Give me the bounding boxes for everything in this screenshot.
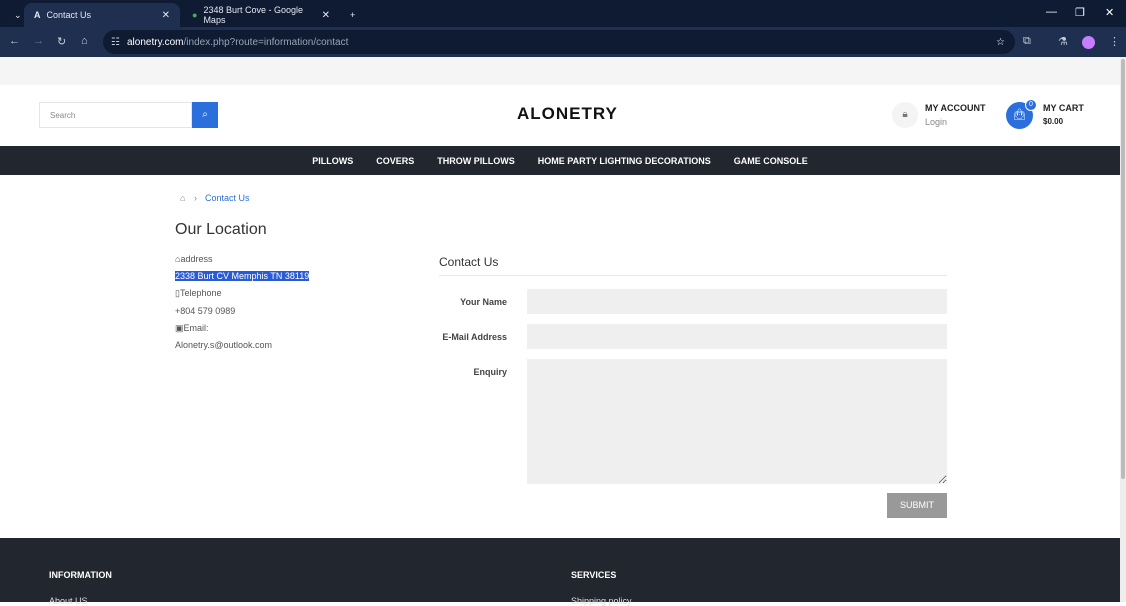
email-input[interactable] (527, 324, 947, 349)
tab-contact-us[interactable]: A Contact Us ✕ (24, 3, 180, 27)
email-value: Alonetry.s@outlook.com (175, 340, 273, 351)
menu-kebab-icon[interactable]: ⋮ (1109, 35, 1120, 48)
address-bar[interactable]: alonetry.com/index.php?route=information… (103, 30, 1015, 54)
labs-icon[interactable]: ⚗ (1058, 35, 1068, 48)
submit-button[interactable]: SUBMIT (887, 493, 947, 518)
minimize-icon[interactable]: — (1046, 6, 1057, 18)
page-title: Our Location (175, 221, 267, 238)
tab-title: Contact Us (46, 10, 92, 20)
browser-tab-bar: ⌄ A Contact Us ✕ ● 2348 Burt Cove - Google … (0, 0, 1126, 27)
maps-pin-icon: ● (192, 10, 198, 20)
new-tab-button[interactable]: + (340, 3, 365, 27)
login-link[interactable]: Login (925, 117, 986, 127)
extensions-icon[interactable]: ⧉ (1023, 35, 1031, 48)
footer-information-heading: INFORMATION (49, 570, 112, 580)
restore-icon[interactable]: ❐ (1075, 6, 1085, 19)
address-label: address (180, 254, 213, 264)
breadcrumb: ⌂ › Contact Us (180, 193, 249, 203)
url-path: /index.php?route=information/contact (183, 36, 349, 48)
home-icon[interactable]: ⌂ (81, 35, 88, 47)
tab-list-button[interactable]: ⌄ (4, 3, 24, 27)
close-window-icon[interactable]: ✕ (1105, 6, 1114, 19)
menu-throw-pillows[interactable]: THROW PILLOWS (437, 156, 515, 166)
chevron-right-icon: › (193, 193, 197, 203)
cart-count-badge: 0 (1025, 99, 1037, 111)
email-label: Email: (183, 322, 209, 333)
footer-about-link[interactable]: About US (49, 596, 88, 606)
search-button[interactable]: ⌕ (192, 102, 218, 128)
cart-total: $0.00 (1043, 117, 1064, 126)
bookmark-star-icon[interactable]: ☆ (996, 37, 1005, 48)
location-info: ⌂address 2338 Burt CV Memphis TN 38119 ▯… (175, 251, 310, 354)
my-cart[interactable]: MY CART $0.00 (1043, 103, 1084, 126)
contact-form-title: Contact Us (439, 255, 947, 276)
email-icon: ▣ (175, 322, 184, 333)
main-menu: PILLOWS COVERS THROW PILLOWS HOME PARTY … (0, 146, 1120, 175)
enquiry-label: Enquiry (473, 367, 507, 377)
top-strip (0, 57, 1120, 85)
tab-google-maps[interactable]: ● 2348 Burt Cove - Google Maps ✕ (182, 3, 340, 27)
site-favicon-icon: A (34, 10, 41, 20)
footer-shipping-link[interactable]: Shipping policy (571, 596, 632, 606)
my-account[interactable]: MY ACCOUNT Login (925, 103, 986, 127)
back-icon[interactable]: ← (9, 35, 20, 47)
home-icon[interactable]: ⌂ (180, 193, 185, 203)
cart-label: MY CART (1043, 103, 1084, 113)
forward-icon[interactable]: → (33, 35, 44, 47)
menu-pillows[interactable]: PILLOWS (312, 156, 353, 166)
browser-toolbar: ← → ↻ ⌂ alonetry.com/index.php?route=inf… (0, 27, 1126, 57)
email-address-label: E-Mail Address (442, 332, 507, 342)
site-logo[interactable]: ALONETRY (517, 104, 618, 124)
lock-icon[interactable]: 🔒︎ (892, 102, 918, 128)
close-tab-icon[interactable]: ✕ (322, 10, 330, 21)
profile-avatar[interactable] (1082, 36, 1095, 49)
site-info-icon[interactable]: ☷ (111, 37, 120, 48)
menu-home-party-lighting[interactable]: HOME PARTY LIGHTING DECORATIONS (538, 156, 711, 166)
footer-services-heading: SERVICES (571, 570, 617, 580)
menu-game-console[interactable]: GAME CONSOLE (734, 156, 808, 166)
telephone-label: Telephone (179, 288, 222, 299)
menu-covers[interactable]: COVERS (376, 156, 414, 166)
url-domain: alonetry.com (127, 36, 184, 48)
footer: INFORMATION SERVICES About US Shipping p… (0, 538, 1120, 606)
name-input[interactable] (527, 289, 947, 314)
reload-icon[interactable]: ↻ (57, 35, 66, 48)
account-label: MY ACCOUNT (925, 103, 986, 113)
enquiry-textarea[interactable] (527, 359, 947, 484)
breadcrumb-contact-us[interactable]: Contact Us (205, 193, 250, 203)
tab-title: 2348 Burt Cove - Google Maps (203, 5, 303, 25)
telephone-value: +804 579 0989 (175, 305, 236, 316)
page-scrollbar[interactable] (1120, 57, 1126, 602)
name-label: Your Name (460, 297, 507, 307)
close-tab-icon[interactable]: ✕ (162, 10, 170, 21)
search-icon: ⌕ (202, 109, 208, 120)
address-value: 2338 Burt CV Memphis TN 38119 (175, 271, 310, 282)
search-input[interactable]: Search (39, 102, 192, 128)
